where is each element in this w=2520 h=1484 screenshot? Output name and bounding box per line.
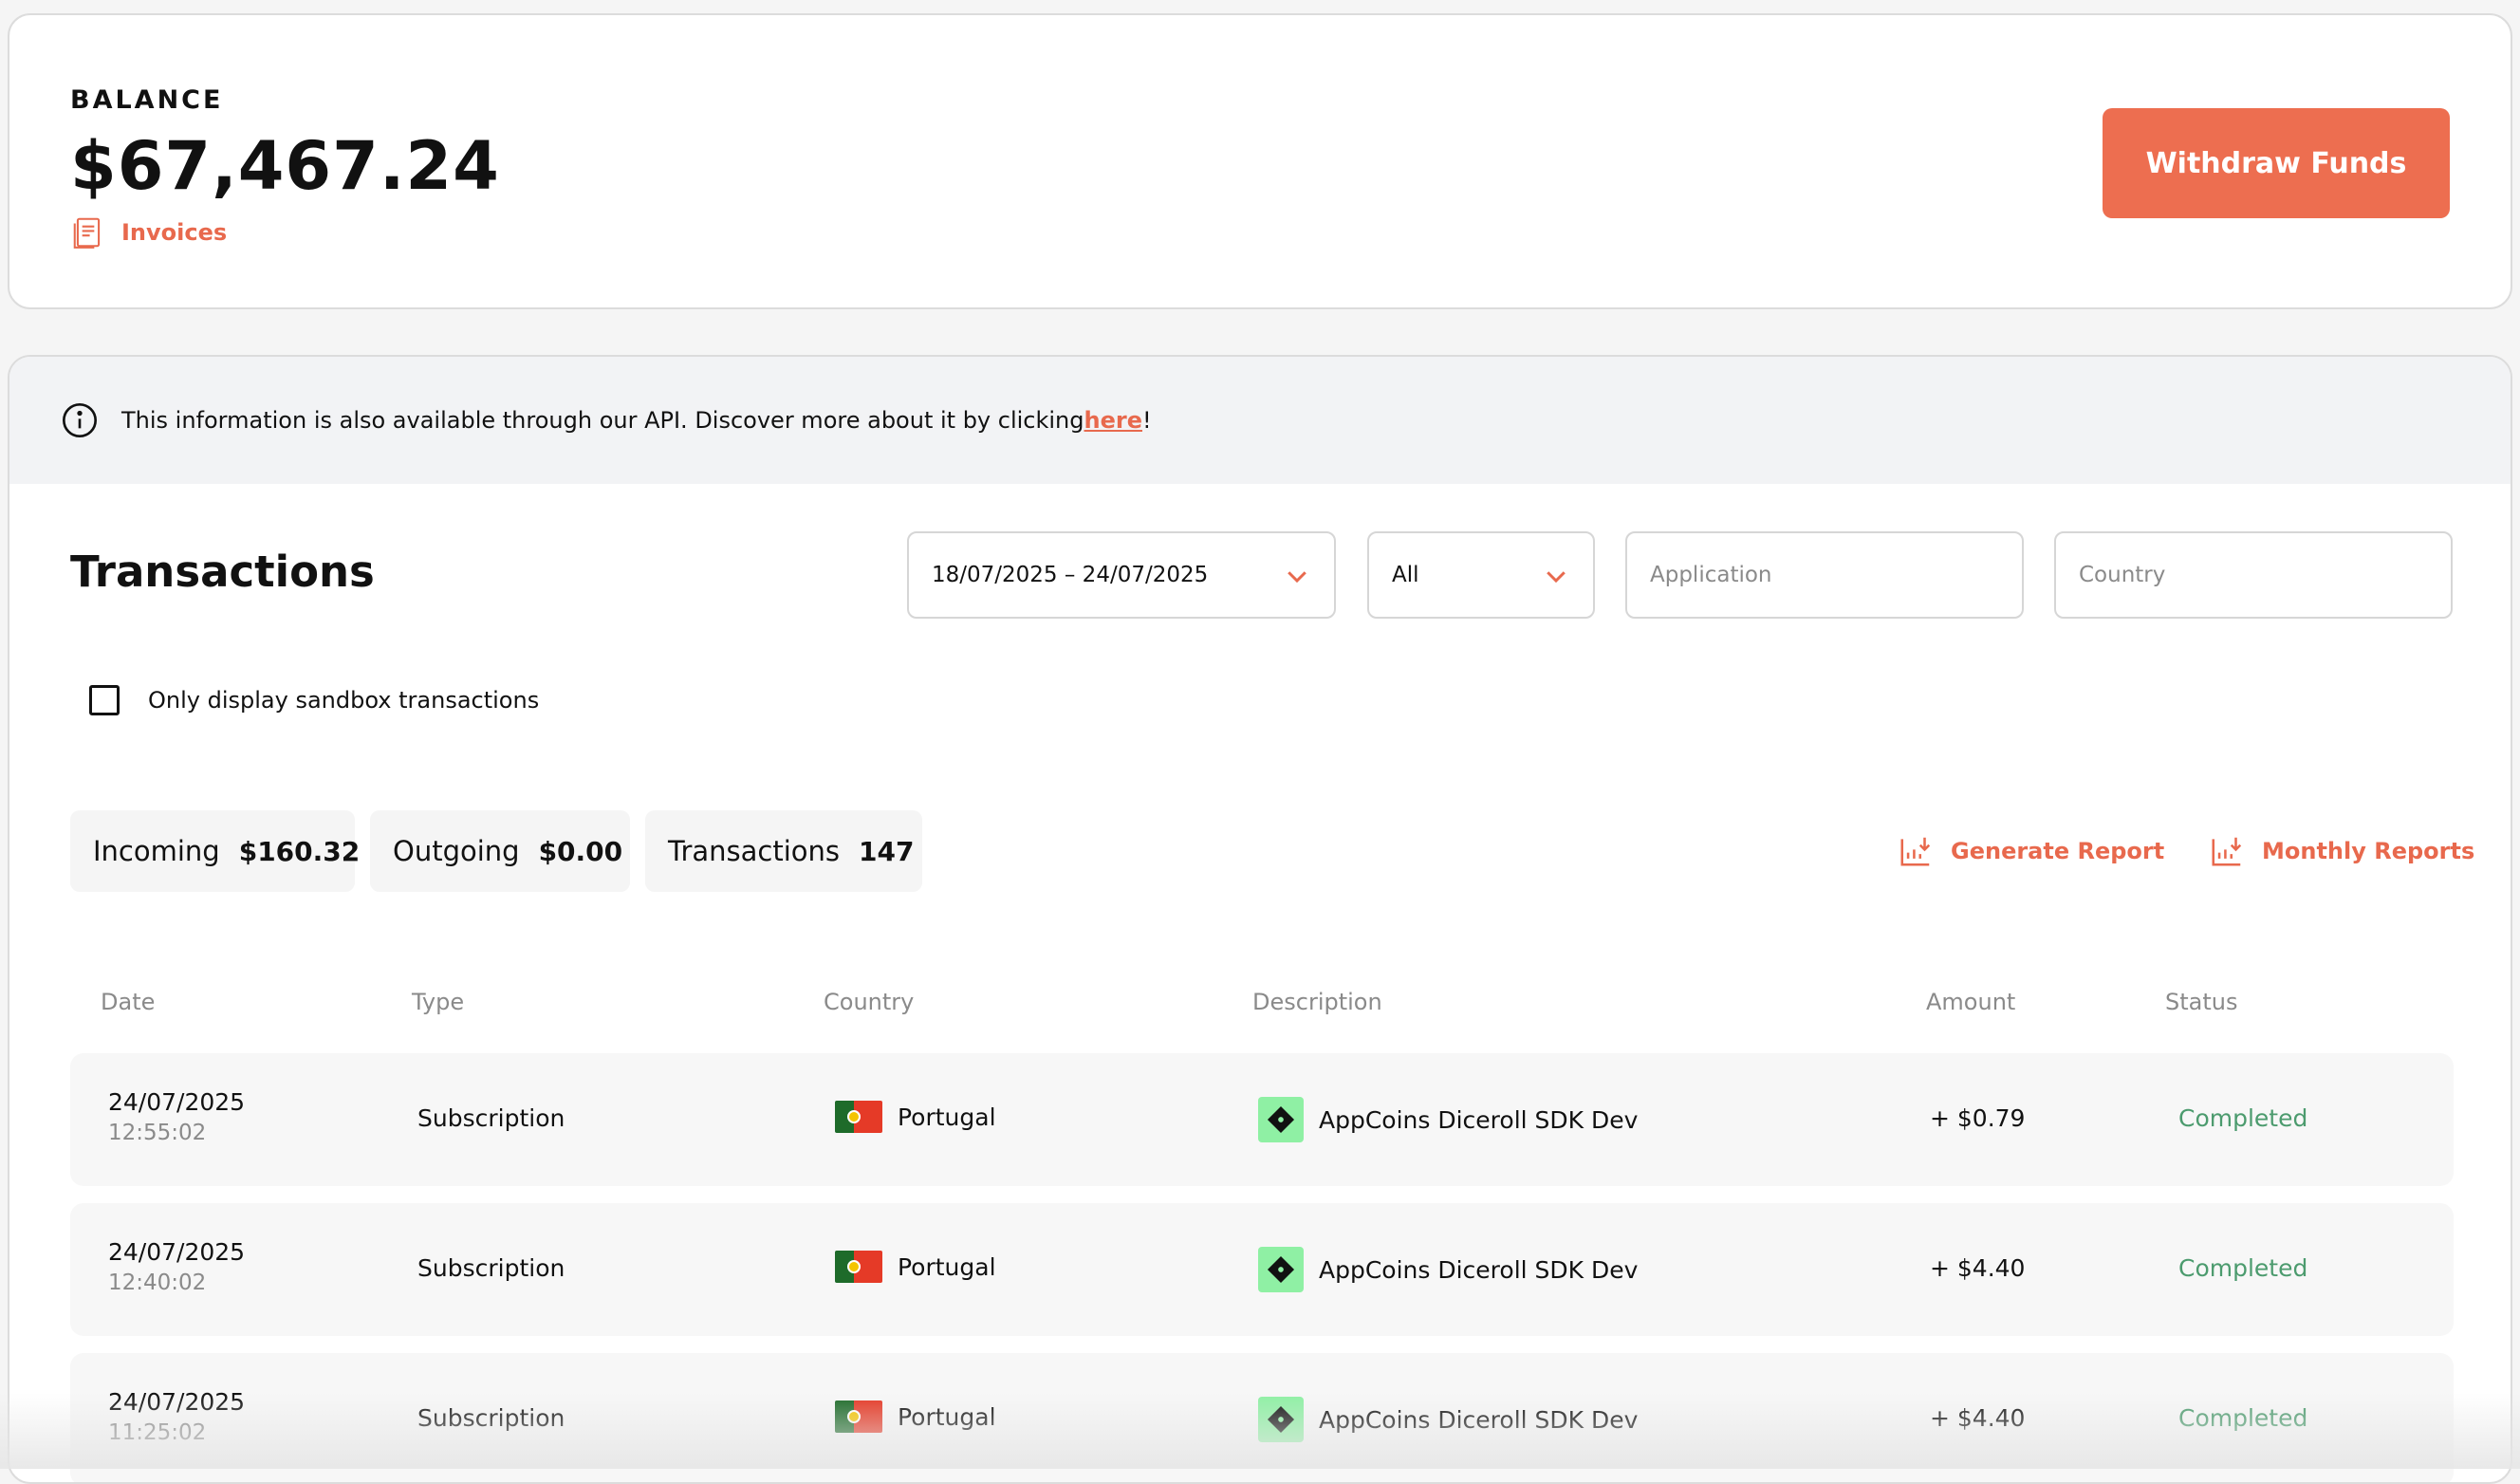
withdraw-funds-button[interactable]: Withdraw Funds (2103, 108, 2450, 218)
transactions-count-stat: Transactions 147 (645, 810, 922, 892)
row-type: Subscription (417, 1404, 565, 1432)
column-header-amount: Amount (1926, 989, 2016, 1015)
country-cell: Portugal (835, 1101, 996, 1133)
row-amount: + $4.40 (1930, 1254, 2026, 1282)
api-info-suffix: ! (1141, 407, 1152, 434)
application-placeholder: Application (1650, 563, 1772, 587)
invoices-label: Invoices (121, 219, 228, 246)
row-description: AppCoins Diceroll SDK Dev (1319, 1105, 1639, 1134)
row-date: 24/07/2025 (108, 1238, 246, 1266)
monthly-reports-button[interactable]: Monthly Reports (2209, 833, 2474, 869)
status-badge: Completed (2178, 1104, 2308, 1132)
outgoing-label: Outgoing (393, 835, 520, 867)
api-info-text: This information is also available throu… (121, 407, 1084, 434)
type-value: All (1392, 563, 1419, 587)
diceroll-app-icon (1258, 1097, 1304, 1142)
country-input[interactable]: Country (2054, 531, 2453, 619)
status-badge: Completed (2178, 1254, 2308, 1282)
description-cell: AppCoins Diceroll SDK Dev (1258, 1097, 1638, 1142)
outgoing-stat: Outgoing $0.00 (370, 810, 630, 892)
incoming-label: Incoming (93, 835, 220, 867)
balance-label: BALANCE (70, 85, 224, 115)
date-cell: 24/07/2025 11:25:02 (108, 1387, 245, 1448)
api-info-banner: This information is also available throu… (9, 357, 2511, 484)
column-header-description: Description (1252, 989, 1382, 1015)
invoice-icon (73, 217, 101, 249)
country-cell: Portugal (835, 1251, 996, 1283)
report-download-icon (2212, 837, 2242, 866)
row-time: 12:55:02 (108, 1121, 207, 1145)
transactions-card: This information is also available throu… (8, 355, 2512, 1484)
column-header-date: Date (101, 989, 156, 1015)
sandbox-label: Only display sandbox transactions (148, 687, 540, 714)
country-placeholder: Country (2079, 563, 2166, 587)
row-description: AppCoins Diceroll SDK Dev (1319, 1255, 1639, 1284)
invoices-link[interactable]: Invoices (70, 214, 227, 250)
row-description: AppCoins Diceroll SDK Dev (1319, 1405, 1639, 1434)
balance-card: BALANCE $67,467.24 Invoices Withdraw Fun… (8, 13, 2512, 309)
monthly-reports-label: Monthly Reports (2262, 838, 2475, 864)
info-icon (63, 403, 97, 437)
row-country: Portugal (898, 1252, 996, 1281)
description-cell: AppCoins Diceroll SDK Dev (1258, 1247, 1638, 1292)
row-date: 24/07/2025 (108, 1088, 246, 1116)
column-header-status: Status (2165, 989, 2238, 1015)
date-range-select[interactable]: 18/07/2025 – 24/07/2025 (907, 531, 1336, 619)
chevron-down-icon (1547, 571, 1566, 584)
sandbox-toggle: Only display sandbox transactions (89, 685, 539, 715)
description-cell: AppCoins Diceroll SDK Dev (1258, 1397, 1638, 1442)
report-download-icon (1900, 837, 1931, 866)
table-row[interactable]: 24/07/2025 11:25:02 Subscription Portuga… (70, 1353, 2454, 1482)
application-input[interactable]: Application (1625, 531, 2024, 619)
column-header-type: Type (412, 989, 465, 1015)
transactions-count-value: 147 (859, 835, 915, 867)
outgoing-value: $0.00 (538, 835, 623, 867)
incoming-stat: Incoming $160.32 (70, 810, 360, 892)
date-cell: 24/07/2025 12:55:02 (108, 1087, 245, 1148)
row-amount: + $4.40 (1930, 1404, 2026, 1432)
row-amount: + $0.79 (1930, 1104, 2026, 1132)
generate-report-label: Generate Report (1951, 838, 2165, 864)
date-cell: 24/07/2025 12:40:02 (108, 1237, 245, 1298)
api-info-link[interactable]: here (1084, 407, 1142, 434)
diceroll-app-icon (1258, 1397, 1304, 1442)
row-country: Portugal (898, 1103, 996, 1131)
type-select[interactable]: All (1367, 531, 1595, 619)
column-header-country: Country (824, 989, 915, 1015)
row-country: Portugal (898, 1402, 996, 1431)
table-row[interactable]: 24/07/2025 12:55:02 Subscription Portuga… (70, 1053, 2454, 1186)
row-type: Subscription (417, 1104, 565, 1132)
diceroll-app-icon (1258, 1247, 1304, 1292)
portugal-flag-icon (835, 1401, 882, 1433)
transactions-count-label: Transactions (668, 835, 841, 867)
row-time: 11:25:02 (108, 1420, 207, 1445)
transactions-title: Transactions (70, 547, 375, 597)
country-cell: Portugal (835, 1401, 996, 1433)
table-row[interactable]: 24/07/2025 12:40:02 Subscription Portuga… (70, 1203, 2454, 1336)
portugal-flag-icon (835, 1251, 882, 1283)
balance-amount: $67,467.24 (70, 127, 500, 205)
incoming-value: $160.32 (238, 835, 361, 867)
row-date: 24/07/2025 (108, 1388, 246, 1416)
sandbox-checkbox[interactable] (89, 685, 120, 715)
row-time: 12:40:02 (108, 1271, 207, 1295)
status-badge: Completed (2178, 1404, 2308, 1432)
portugal-flag-icon (835, 1101, 882, 1133)
row-type: Subscription (417, 1254, 565, 1282)
chevron-down-icon (1288, 571, 1306, 584)
date-range-value: 18/07/2025 – 24/07/2025 (932, 563, 1209, 587)
generate-report-button[interactable]: Generate Report (1898, 833, 2164, 869)
